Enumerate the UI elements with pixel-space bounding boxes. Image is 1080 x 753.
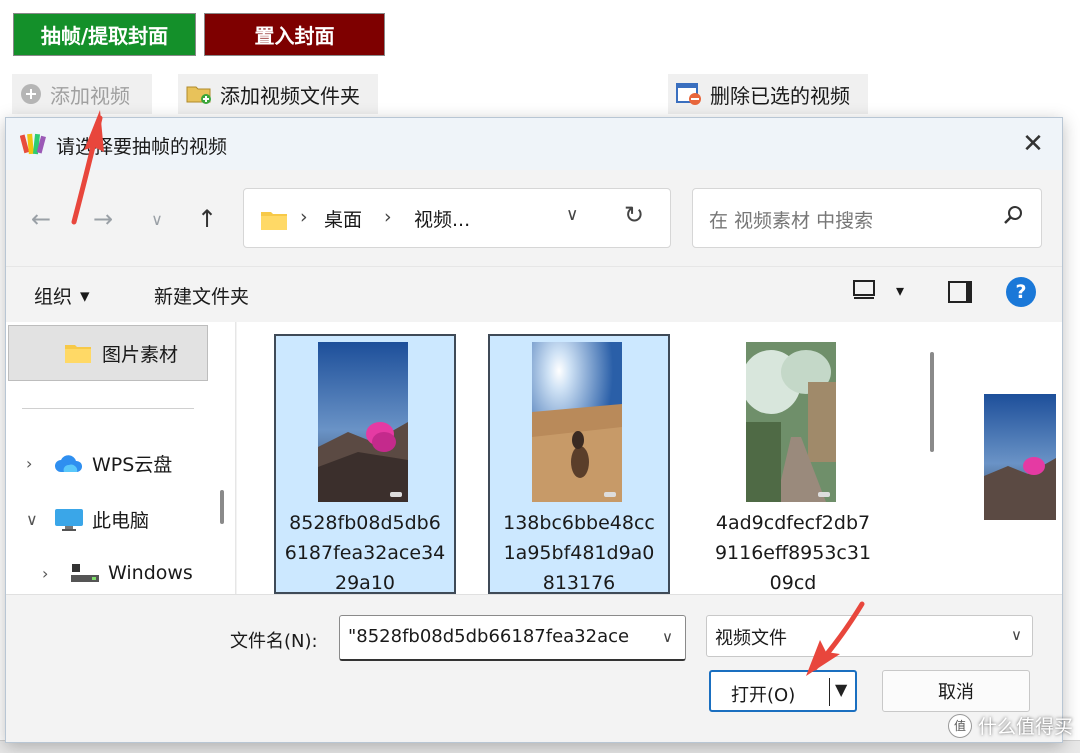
arrow-right-icon: → — [92, 205, 114, 233]
search-icon[interactable] — [1001, 203, 1025, 227]
delete-selected-videos-label: 删除已选的视频 — [710, 83, 850, 108]
dialog-toolbar: 组织 ▾ 新建文件夹 ▾ ? — [6, 266, 1062, 322]
extract-cover-button[interactable]: 抽帧/提取封面 — [13, 13, 196, 56]
folder-icon — [65, 345, 91, 363]
folder-icon — [261, 212, 287, 230]
up-folder-button[interactable]: ↑ — [190, 202, 224, 236]
chevron-down-icon: ∨ — [151, 209, 163, 229]
breadcrumb-desktop[interactable]: 桌面 — [324, 205, 362, 232]
preview-pane-icon[interactable] — [948, 281, 972, 303]
nav-item-wps-cloud[interactable]: › WPS云盘 — [26, 450, 172, 477]
file-name: 4ad9cdfecf2db79116eff8953c3109cd — [714, 512, 872, 594]
caret-down-icon: ▾ — [80, 284, 90, 307]
recent-locations-button[interactable]: ∨ — [140, 202, 174, 236]
drive-icon — [71, 564, 99, 582]
caret-down-icon: ▾ — [896, 280, 905, 300]
nav-item-label: 图片素材 — [102, 343, 179, 366]
video-thumbnail-garden-path — [746, 342, 836, 502]
file-tile[interactable]: 8528fb08d5db66187fea32ace3429a10 — [274, 334, 456, 594]
nav-scrollbar[interactable] — [220, 490, 224, 524]
cloud-icon — [55, 454, 83, 472]
breadcrumb-separator-icon: › — [384, 206, 392, 228]
add-video-folder-label: 添加视频文件夹 — [220, 83, 360, 108]
open-button-label: 打开(O) — [731, 685, 796, 706]
filename-dropdown-icon[interactable]: ∨ — [662, 628, 673, 646]
filename-label: 文件名(N): — [230, 631, 318, 652]
plus-circle-icon — [21, 84, 41, 104]
close-button[interactable]: ✕ — [1016, 128, 1050, 160]
new-folder-button[interactable]: 新建文件夹 — [154, 282, 249, 309]
video-thumbnail-desert — [532, 342, 622, 502]
video-thumbnail-partial[interactable] — [984, 394, 1056, 520]
organize-menu[interactable]: 组织 ▾ — [34, 282, 90, 309]
filename-input[interactable]: "8528fb08d5db66187fea32ace — [339, 615, 686, 661]
nav-item-this-pc[interactable]: ∨ 此电脑 — [26, 506, 149, 533]
file-list-pane: 8528fb08d5db66187fea32ace3429a10 138bc6b… — [237, 322, 1062, 594]
chevron-down-icon: ∨ — [1011, 626, 1022, 644]
delete-selected-videos-button[interactable]: 删除已选的视频 — [668, 74, 868, 114]
search-placeholder: 在 视频素材 中搜索 — [709, 210, 874, 232]
watermark-logo-icon: 值 — [948, 713, 972, 738]
navigation-pane: 图片素材 › WPS云盘 ∨ 此电脑 › Windows — [6, 322, 236, 594]
dialog-bottom-bar: 文件名(N): "8528fb08d5db66187fea32ace ∨ 视频文… — [6, 594, 1062, 742]
expand-chevron-icon[interactable]: › — [26, 454, 46, 473]
breadcrumb-separator-icon: › — [300, 206, 308, 228]
delete-window-icon — [676, 83, 701, 105]
add-video-folder-button[interactable]: 添加视频文件夹 — [178, 74, 378, 114]
navigation-bar: ← → ∨ ↑ › 桌面 › 视频... ∨ ↻ 在 视频素材 中搜索 — [6, 170, 1062, 266]
filetype-select[interactable]: 视频文件 ∨ — [706, 615, 1033, 657]
folder-add-icon — [186, 86, 211, 104]
file-tile[interactable]: 138bc6bbe48cc1a95bf481d9a0813176 — [488, 334, 670, 594]
file-name: 138bc6bbe48cc1a95bf481d9a0813176 — [503, 512, 655, 594]
nav-item-label: WPS云盘 — [92, 454, 173, 476]
forward-button[interactable]: → — [86, 202, 120, 236]
open-file-dialog: 请选择要抽帧的视频 ✕ ← → ∨ ↑ › 桌面 › 视频... ∨ ↻ 在 视… — [5, 117, 1063, 743]
view-options[interactable]: ▾ — [852, 279, 904, 301]
add-video-button[interactable]: 添加视频 — [12, 74, 152, 114]
organize-label: 组织 — [34, 286, 73, 308]
watermark-text: 什么值得买 — [978, 716, 1074, 738]
file-name: 8528fb08d5db66187fea32ace3429a10 — [284, 512, 446, 594]
file-tile[interactable]: 4ad9cdfecf2db79116eff8953c3109cd — [702, 334, 884, 594]
address-bar[interactable]: › 桌面 › 视频... ∨ ↻ — [243, 188, 671, 248]
nav-item-windows-drive[interactable]: › Windows — [42, 562, 193, 584]
monitor-icon — [55, 508, 83, 531]
file-list-scrollbar[interactable] — [930, 352, 934, 452]
close-icon: ✕ — [1022, 129, 1044, 159]
breadcrumb-video[interactable]: 视频... — [414, 205, 470, 232]
dialog-titlebar: 请选择要抽帧的视频 ✕ — [6, 118, 1062, 170]
open-options-dropdown-icon[interactable]: ▼ — [835, 680, 847, 699]
view-mode-icon — [853, 280, 875, 299]
nav-item-label: Windows — [108, 562, 193, 584]
nav-item-label: 此电脑 — [92, 510, 150, 532]
refresh-icon[interactable]: ↻ — [624, 201, 644, 229]
app-logo-icon — [20, 133, 46, 155]
place-cover-button[interactable]: 置入封面 — [204, 13, 385, 56]
nav-item-picture-material[interactable]: 图片素材 — [8, 325, 208, 381]
video-thumbnail-mountain — [318, 342, 408, 502]
search-box[interactable]: 在 视频素材 中搜索 — [692, 188, 1042, 248]
back-button[interactable]: ← — [24, 202, 58, 236]
add-video-label: 添加视频 — [50, 83, 130, 108]
nav-divider — [22, 408, 194, 409]
filetype-value: 视频文件 — [715, 628, 787, 649]
watermark: 值 什么值得买 — [948, 712, 1073, 739]
arrow-up-icon: ↑ — [196, 205, 218, 233]
cancel-button[interactable]: 取消 — [882, 670, 1030, 712]
expand-chevron-icon[interactable]: › — [42, 564, 62, 583]
collapse-chevron-icon[interactable]: ∨ — [26, 510, 46, 529]
arrow-left-icon: ← — [30, 205, 52, 233]
dialog-title: 请选择要抽帧的视频 — [56, 136, 228, 158]
open-button[interactable]: 打开(O) ▼ — [709, 670, 857, 712]
address-dropdown-icon[interactable]: ∨ — [566, 205, 578, 225]
help-icon[interactable]: ? — [1006, 277, 1036, 307]
split-divider — [829, 678, 830, 706]
